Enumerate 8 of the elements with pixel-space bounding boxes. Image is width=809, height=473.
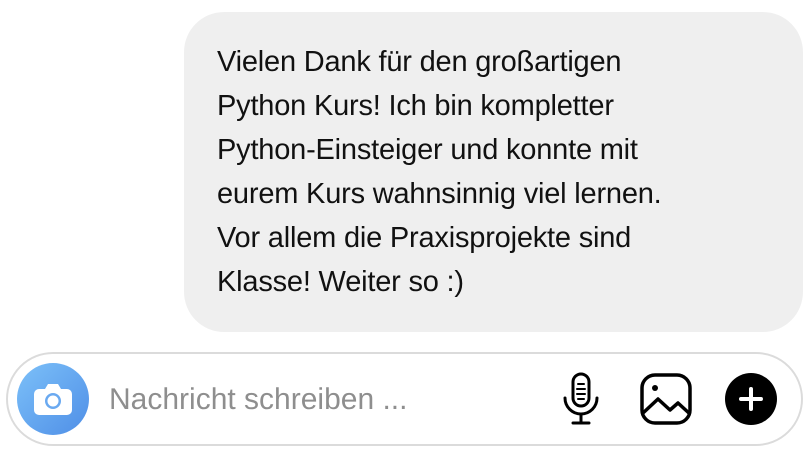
message-field[interactable]: Nachricht schreiben ... (6, 352, 803, 446)
camera-icon (33, 383, 73, 415)
message-text: Vielen Dank für den großartigen Python Kurs! Ich bin kompletter Python-Einsteiger und konnte mit eurem Kurs wahnsinnig viel lernen. Vor allem die Praxisprojekte sind Klasse! Weiter so :) (217, 45, 663, 300)
camera-button[interactable] (17, 363, 89, 435)
plus-icon (739, 387, 763, 411)
message-input[interactable]: Nachricht schreiben ... (109, 376, 559, 422)
add-button[interactable] (725, 373, 777, 425)
gallery-button[interactable] (639, 372, 693, 426)
